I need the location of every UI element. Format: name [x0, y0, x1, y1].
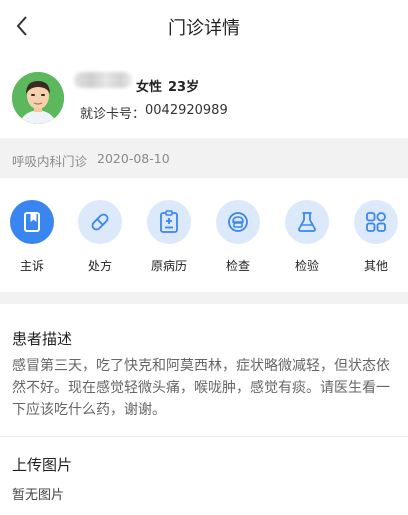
action-original-record[interactable]: 原病历 — [139, 200, 199, 280]
department-name: 呼吸内科门诊 — [12, 154, 88, 169]
action-label: 原病历 — [150, 259, 187, 273]
avatar — [12, 72, 64, 124]
top-nav-bar: 门诊详情 — [0, 0, 408, 52]
no-images-text: 暂无图片 — [12, 488, 65, 503]
description-text: 感冒第三天，吃了快克和阿莫西林，症状略微减轻，但状态依然不好。现在感觉轻微头痛，… — [12, 358, 390, 418]
card-number-value: 0042920989 — [145, 103, 228, 118]
action-label: 主诉 — [19, 259, 44, 273]
patient-name-blurred — [74, 72, 132, 88]
upload-heading: 上传图片 — [12, 456, 73, 474]
visit-date: 2020-08-10 — [97, 151, 170, 166]
action-examination[interactable]: 检查 — [208, 200, 268, 280]
action-label: 检查 — [225, 259, 250, 273]
card-number-label: 就诊卡号： — [80, 107, 146, 122]
examination-icon — [228, 212, 248, 232]
action-lab-test[interactable]: 检验 — [277, 200, 337, 280]
upload-images-section: 上传图片 暂无图片 — [0, 437, 408, 515]
action-prescription[interactable]: 处方 — [70, 200, 130, 280]
patient-age: 23岁 — [168, 80, 200, 95]
action-other[interactable]: 其他 — [346, 200, 406, 280]
clipboard-icon — [24, 212, 40, 232]
patient-gender: 女性 — [136, 80, 163, 95]
doctor-avatar-icon — [12, 72, 64, 124]
card-number-row: 就诊卡号： 0042920989 — [80, 103, 228, 122]
record-actions: 主诉 处方 原病历 检查 检验 其他 — [0, 178, 408, 292]
action-label: 处方 — [87, 259, 112, 273]
action-label: 检验 — [294, 259, 319, 273]
grid-icon — [366, 212, 386, 232]
action-complaint[interactable]: 主诉 — [2, 200, 62, 280]
action-label: 其他 — [363, 259, 388, 273]
description-heading: 患者描述 — [12, 330, 73, 348]
page-title: 门诊详情 — [168, 18, 240, 39]
patient-gender-age: 女性 23岁 — [136, 76, 199, 95]
visit-info-bar: 呼吸内科门诊 2020-08-10 — [0, 138, 408, 178]
section-divider — [0, 292, 408, 304]
patient-description-section: 患者描述 感冒第三天，吃了快克和阿莫西林，症状略微减轻，但状态依然不好。现在感觉… — [0, 304, 408, 436]
flask-icon — [298, 212, 316, 232]
pill-icon — [91, 213, 109, 231]
patient-info: 女性 23岁 就诊卡号： 0042920989 — [0, 52, 408, 138]
medical-record-icon — [160, 210, 178, 233]
